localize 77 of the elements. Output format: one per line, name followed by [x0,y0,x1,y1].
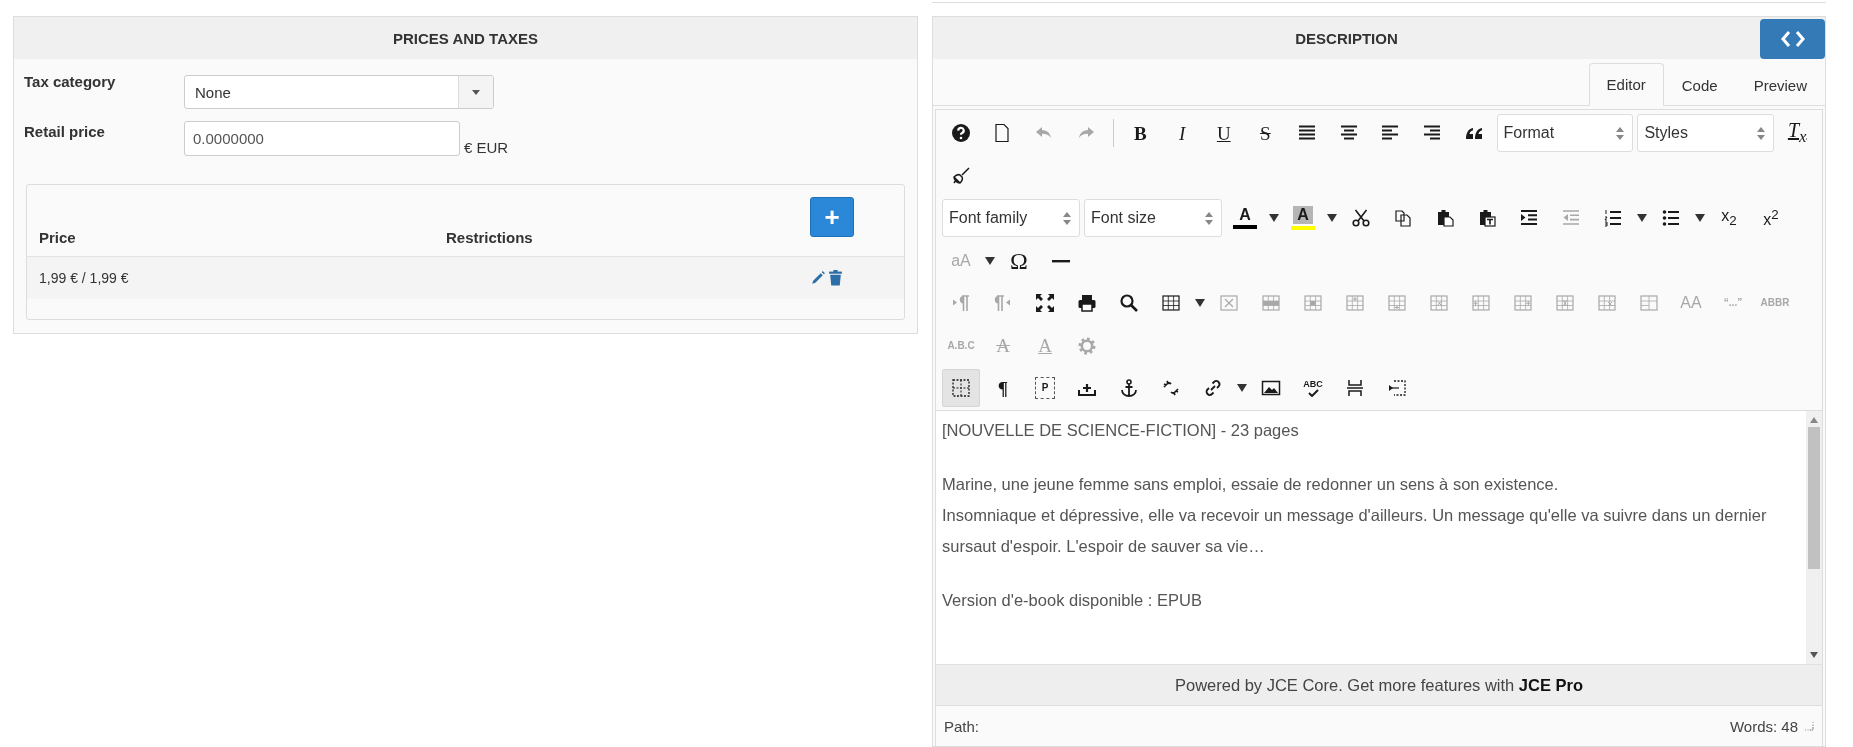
template-icon[interactable] [1387,378,1407,399]
column-header: Restrictions [446,229,534,248]
column-header: Price [39,229,77,248]
paragraph: [NOUVELLE DE SCIENCE-FICTION] - 23 pages [942,419,1300,441]
word-count: Words: 48 [1729,717,1798,735]
dropdown-arrow-icon[interactable] [1695,214,1705,223]
paragraph: Version d'e-book disponible : EPUB [942,589,1203,611]
tab[interactable]: Code [1663,63,1736,106]
highlight-color-button[interactable]: A [1284,199,1322,238]
sort-arrows-icon [1205,211,1213,225]
code-toggle-button[interactable] [1760,19,1825,59]
dropdown-arrow-icon[interactable] [985,256,995,265]
visual-aid-icon[interactable] [951,378,971,399]
dropdown-arrow-icon[interactable] [1637,214,1647,223]
fullscreen-icon[interactable] [1035,293,1055,314]
paste-text-icon[interactable] [1477,208,1497,229]
spellcheck-button[interactable]: ABC [1294,369,1332,408]
scrollbar[interactable] [1806,410,1822,664]
code-icon [1780,30,1805,48]
promo-text: Powered by JCE Core. Get more features with JCE Pro [1174,675,1584,695]
panel-title: PRICES AND TAXES [393,29,538,47]
dropdown-arrow-icon[interactable] [1327,214,1337,223]
path-label: Path: [944,717,980,735]
sort-arrows-icon [1063,211,1071,225]
scissors-icon[interactable] [1351,208,1371,229]
tab[interactable]: Editor [1588,63,1664,106]
field-label: Tax category [24,72,117,90]
field-label: Retail price [24,122,106,140]
table-icon[interactable] [1161,293,1181,314]
dropdown-arrow-icon[interactable] [1237,384,1247,393]
paste-icon[interactable] [1435,208,1455,229]
underline-button[interactable]: U [1204,114,1243,153]
paragraph: Insomniaque et dépressive, elle va recevoir un message d'ailleurs. Un message qu'elle va suivre dans un dernier sursaut d'espoir. L'espoir de sauver sa vie… [942,504,1768,557]
anchor-icon[interactable] [1119,378,1139,399]
dropdown-arrow-icon[interactable] [1195,299,1205,308]
strikethrough-button[interactable]: S [1246,114,1285,153]
dropdown-select[interactable]: Format [1496,114,1634,153]
bold-button[interactable]: B [1121,114,1160,153]
paragraph: Marine, une jeune femme sans emploi, essaie de redonner un sens à son existence. [942,473,1560,495]
italic-button[interactable]: I [1163,114,1201,153]
dropdown-arrow-icon[interactable] [1269,214,1279,223]
dropdown-select[interactable]: Font family [942,199,1080,238]
table-cell-text: 1,99 € / 1,99 € [39,270,130,286]
format-button[interactable]: x$_{2}$ [1710,199,1748,238]
clear-format-button[interactable]: T$_{x}$ [1778,114,1816,153]
check-icon [1307,388,1319,397]
page-break-icon[interactable] [1345,378,1365,399]
bold-button[interactable]: ¶ [984,369,1022,408]
search-icon[interactable] [1119,293,1139,314]
dropdown-select[interactable]: Styles [1637,114,1775,153]
trash-icon[interactable] [828,270,843,286]
copy-icon[interactable] [1393,208,1413,229]
text-color-button[interactable]: A [1226,199,1264,238]
dropdown-select[interactable]: Font size [1084,199,1222,238]
format-button[interactable]: x$^{2}$ [1752,199,1790,238]
currency-label: € EUR [464,139,509,156]
numbered-list-icon[interactable] [1603,208,1623,229]
panel-title: DESCRIPTION [1294,29,1399,47]
tab[interactable]: Preview [1735,63,1825,106]
resize-grip-icon[interactable] [1804,721,1814,731]
scroll-up-icon[interactable] [1810,416,1818,423]
caret-icon [471,89,481,95]
link-icon[interactable] [1203,378,1223,399]
sort-arrows-icon [1616,126,1625,140]
symbol-button[interactable]: Ω [1000,241,1038,280]
add-button[interactable]: + [810,197,854,237]
sort-arrows-icon [1757,126,1766,140]
toggle-button[interactable] [942,369,980,408]
retail-price-field[interactable]: 0.0000000 [184,121,460,156]
help-icon[interactable] [950,123,971,144]
bullet-list-icon[interactable] [1661,208,1681,229]
print-icon[interactable] [1077,293,1097,314]
scroll-down-icon[interactable] [1810,652,1818,658]
tax-category-select[interactable]: None [184,75,494,109]
pencil-icon[interactable] [810,270,826,286]
paragraph-button[interactable]: P [1026,369,1064,408]
brush-icon[interactable] [951,165,971,186]
